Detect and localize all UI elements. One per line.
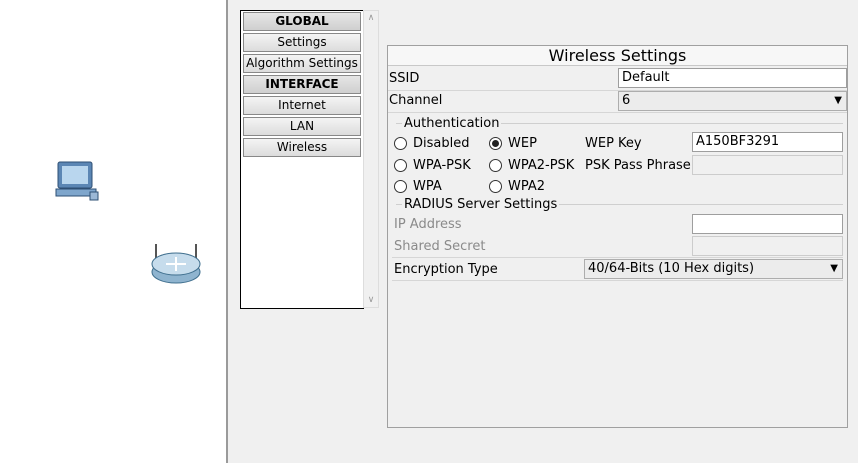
nav-header-global: GLOBAL: [243, 12, 361, 31]
radio-icon: [394, 159, 407, 172]
network-workspace: [0, 0, 228, 463]
ssid-label: SSID: [389, 71, 420, 86]
channel-value: 6: [622, 93, 631, 108]
nav-item-algorithm-settings[interactable]: Algorithm Settings: [243, 54, 361, 73]
radio-label: WPA2: [508, 179, 546, 194]
radio-icon: [489, 159, 502, 172]
wireless-settings-panel: Wireless Settings SSID Default Channel 6…: [387, 45, 848, 428]
wireless-router-icon[interactable]: [150, 240, 204, 290]
authentication-title: Authentication: [402, 116, 502, 131]
divider: [388, 112, 847, 113]
radio-label: WPA2-PSK: [508, 158, 575, 173]
auth-wep-radio[interactable]: WEP: [489, 136, 537, 151]
ssid-input[interactable]: Default: [618, 68, 847, 88]
encryption-type-label: Encryption Type: [394, 262, 498, 277]
channel-select[interactable]: 6 ▼: [618, 91, 847, 111]
panel-title: Wireless Settings: [388, 46, 847, 66]
ip-address-label: IP Address: [394, 217, 462, 232]
divider: [392, 280, 843, 281]
nav-item-settings[interactable]: Settings: [243, 33, 361, 52]
nav-scrollbar[interactable]: ∧ ∨: [363, 10, 379, 308]
chevron-down-icon: ▼: [834, 95, 842, 106]
shared-secret-input[interactable]: [692, 236, 843, 256]
chevron-down-icon: ▼: [830, 263, 838, 274]
psk-pass-phrase-input[interactable]: [692, 155, 843, 175]
encryption-type-value: 40/64-Bits (10 Hex digits): [588, 261, 755, 276]
channel-label: Channel: [389, 93, 443, 108]
radio-icon: [489, 180, 502, 193]
divider: [392, 257, 843, 258]
auth-wpa-radio[interactable]: WPA: [394, 179, 442, 194]
radio-selected-icon: [489, 137, 502, 150]
auth-disabled-radio[interactable]: Disabled: [394, 136, 469, 151]
radio-label: WPA: [413, 179, 442, 194]
ip-address-input[interactable]: [692, 214, 843, 234]
scroll-down-icon[interactable]: ∨: [364, 295, 378, 305]
auth-wpa2-psk-radio[interactable]: WPA2-PSK: [489, 158, 574, 173]
nav-item-lan[interactable]: LAN: [243, 117, 361, 136]
encryption-type-select[interactable]: 40/64-Bits (10 Hex digits) ▼: [584, 259, 843, 279]
radio-icon: [394, 137, 407, 150]
auth-wpa-psk-radio[interactable]: WPA-PSK: [394, 158, 471, 173]
wep-key-input[interactable]: A150BF3291: [692, 132, 843, 152]
shared-secret-label: Shared Secret: [394, 239, 486, 254]
nav-item-internet[interactable]: Internet: [243, 96, 361, 115]
config-nav-list: GLOBAL Settings Algorithm Settings INTER…: [240, 10, 364, 309]
psk-pass-phrase-label: PSK Pass Phrase: [585, 158, 691, 173]
radio-label: WPA-PSK: [413, 158, 471, 173]
radio-label: Disabled: [413, 136, 470, 151]
nav-header-interface: INTERFACE: [243, 75, 361, 94]
nav-item-wireless[interactable]: Wireless: [243, 138, 361, 157]
pc-icon[interactable]: [54, 160, 102, 206]
radio-label: WEP: [508, 136, 537, 151]
scroll-up-icon[interactable]: ∧: [364, 13, 378, 23]
radio-icon: [394, 180, 407, 193]
auth-wpa2-radio[interactable]: WPA2: [489, 179, 545, 194]
radius-title: RADIUS Server Settings: [402, 197, 560, 212]
wep-key-label: WEP Key: [585, 136, 642, 151]
